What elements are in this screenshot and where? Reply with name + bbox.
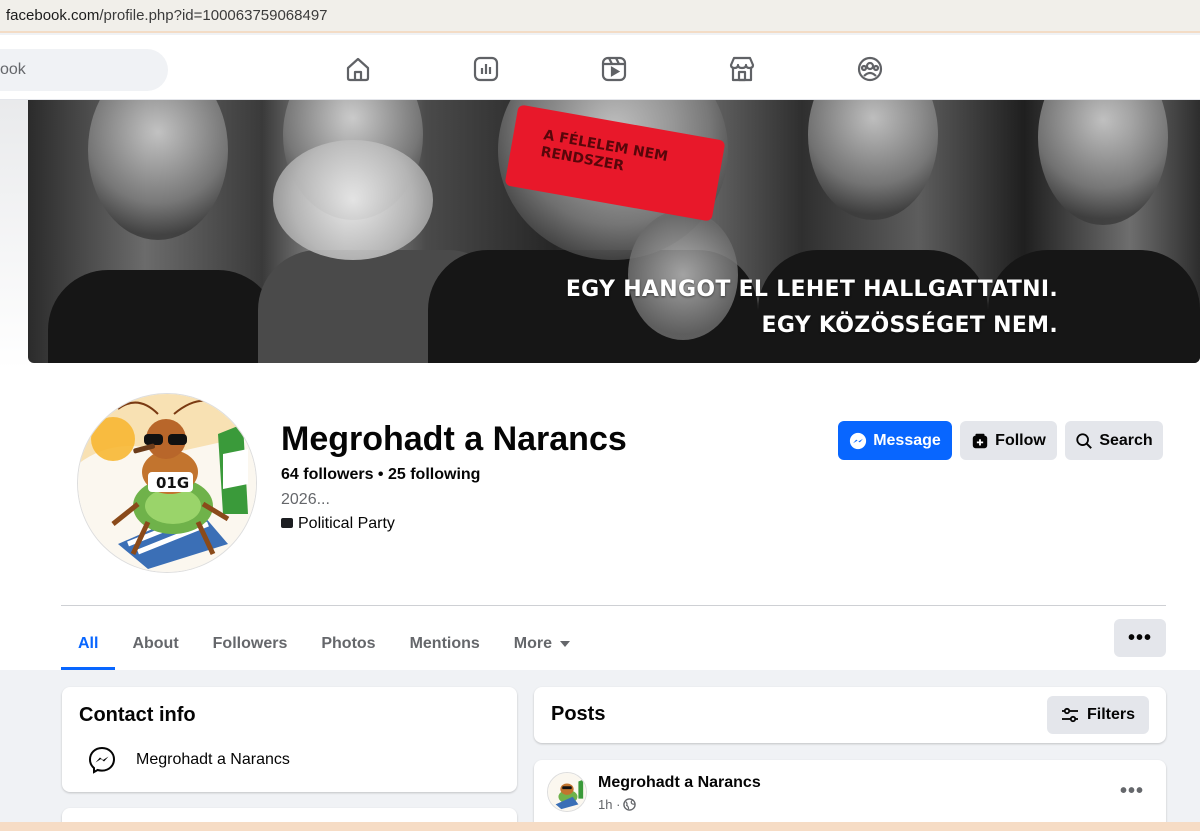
cover-person-face (88, 100, 228, 240)
tab-label: More (513, 635, 553, 652)
tab-label: About (132, 635, 179, 652)
tab-label: Photos (321, 635, 376, 652)
left-shadow (0, 100, 28, 370)
facebook-search-input[interactable]: ook (0, 49, 168, 91)
post-time[interactable]: 1h · (598, 797, 620, 812)
tab-mentions[interactable]: Mentions (393, 618, 497, 670)
url-host: facebook.com (6, 7, 100, 24)
caret-down-icon (560, 641, 571, 647)
message-label: Message (873, 431, 941, 449)
contact-info-card: Contact info Megrohadt a Narancs (62, 687, 517, 792)
tab-label: All (78, 635, 99, 652)
cover-slogan: EGY HANGOT EL LEHET HALLGATTATNI. EGY KÖ… (566, 272, 1058, 344)
follow-icon (972, 433, 988, 448)
more-options-button[interactable]: ••• (1114, 619, 1166, 657)
messenger-icon (850, 432, 867, 449)
post-card: Megrohadt a Narancs 1h · ••• (534, 760, 1166, 831)
filters-icon (1061, 707, 1078, 723)
url-path: /profile.php?id=100063759068497 (99, 7, 328, 24)
top-navigation: ook (0, 35, 1200, 100)
globe-icon (623, 798, 637, 811)
window-bottom-edge (0, 822, 1200, 831)
cover-slogan-line1: EGY HANGOT EL LEHET HALLGATTATNI. (565, 277, 1058, 302)
cover-slogan-line2: EGY KÖZÖSSÉGET NEM. (761, 313, 1058, 338)
pages-icon[interactable] (472, 55, 500, 83)
search-icon (1076, 432, 1093, 449)
post-author-name[interactable]: Megrohadt a Narancs (598, 774, 761, 792)
search-label: Search (1099, 431, 1153, 449)
home-icon[interactable] (344, 55, 372, 83)
page-category: Political Party (281, 515, 395, 533)
tab-all[interactable]: All (61, 618, 116, 670)
post-author-avatar[interactable] (547, 772, 587, 812)
contact-info-title: Contact info (79, 704, 196, 726)
post-options-button[interactable]: ••• (1120, 780, 1144, 803)
briefcase-icon (281, 518, 293, 528)
following-link[interactable]: 25 following (388, 466, 480, 483)
tab-photos[interactable]: Photos (304, 618, 392, 670)
follow-button[interactable]: Follow (960, 421, 1057, 460)
marketplace-icon[interactable] (728, 55, 756, 83)
tab-more[interactable]: More (497, 618, 587, 670)
profile-avatar[interactable]: 01G (77, 393, 257, 573)
tab-about[interactable]: About (115, 618, 195, 670)
messenger-icon (88, 746, 116, 774)
posts-title: Posts (551, 703, 606, 725)
filters-label: Filters (1086, 706, 1135, 723)
cover-photo[interactable]: A FÉLELEM NEM RENDSZER EGY HANGOT EL LEH… (28, 100, 1200, 363)
cover-person-body (48, 270, 278, 363)
filters-button[interactable]: Filters (1046, 696, 1149, 734)
avatar-badge-text: 01G (156, 474, 189, 492)
tab-label: Followers (212, 635, 288, 652)
category-label: Political Party (298, 515, 395, 532)
count-separator: • (373, 466, 388, 483)
cover-person-face (808, 100, 938, 220)
tape-text: A FÉLELEM NEM RENDSZER (539, 127, 670, 175)
page-title: Megrohadt a Narancs (281, 420, 627, 458)
search-button[interactable]: Search (1065, 421, 1163, 460)
video-icon[interactable] (600, 55, 628, 83)
message-button[interactable]: Message (838, 421, 952, 460)
address-bar[interactable]: facebook.com/profile.php?id=100063759068… (0, 0, 1200, 33)
contact-messenger-row[interactable]: Megrohadt a Narancs (86, 744, 290, 776)
groups-icon[interactable] (856, 55, 884, 83)
followers-link[interactable]: 64 followers (281, 466, 373, 483)
tab-followers[interactable]: Followers (196, 618, 305, 670)
follow-label: Follow (995, 431, 1046, 449)
posts-header-card: Posts Filters (534, 687, 1166, 743)
messenger-contact-name: Megrohadt a Narancs (136, 751, 290, 768)
post-meta: 1h · (598, 797, 637, 812)
follow-counts: 64 followers • 25 following (281, 466, 480, 484)
page-bio: 2026... (281, 491, 330, 508)
tab-label: Mentions (409, 635, 480, 652)
cover-person-beard (273, 140, 433, 260)
cover-person-face (1038, 100, 1168, 225)
search-input-text: ook (0, 61, 26, 78)
profile-tabs: All About Followers Photos Mentions More (61, 618, 587, 670)
header-divider (61, 605, 1166, 606)
